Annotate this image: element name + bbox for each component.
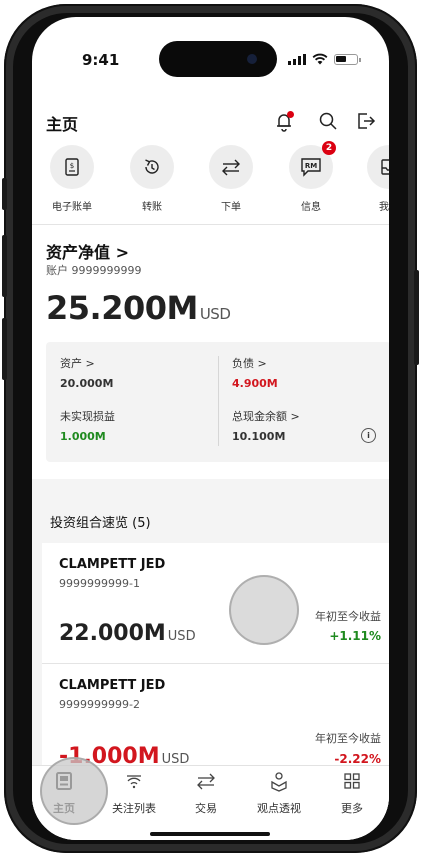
portfolio-title: 投资组合速览 (5) (50, 516, 151, 531)
liabilities-label: 负债 > (232, 357, 267, 370)
tab-label: 更多 (341, 802, 363, 815)
battery-cap (359, 58, 361, 62)
transfer-icon (130, 145, 174, 189)
quick-action-statement[interactable]: $ 电子账单 (37, 145, 107, 213)
card-account: 9999999999-2 (59, 698, 140, 711)
cash-label: 总现金余额 > (232, 410, 300, 423)
account-number: 账户 9999999999 (46, 264, 142, 277)
card-amount-value: 22.000M (59, 621, 166, 646)
cash-balance-link[interactable]: 总现金余额 > 10.100M (232, 408, 300, 443)
quick-action-label: 信息 (301, 202, 321, 213)
app-header: 主页 (32, 105, 389, 145)
watchlist-icon (127, 775, 141, 789)
card-holder-name: CLAMPETT JED (59, 678, 166, 693)
message-icon: RM 2 (289, 141, 336, 189)
signal-icon (288, 54, 306, 65)
net-worth-unit: M (166, 289, 198, 327)
quick-action-label: 电子账单 (52, 202, 92, 213)
tab-label: 观点透视 (257, 802, 301, 815)
inbox-icon (367, 145, 389, 189)
quick-action-label: 下单 (221, 202, 241, 213)
status-time: 9:41 (82, 51, 120, 69)
ytd-label: 年初至今收益 (315, 610, 381, 623)
ytd-value: -2.22% (334, 752, 381, 766)
quick-action-messages[interactable]: RM 2 信息 (276, 141, 346, 213)
unrealized-label: 未实现损益 (60, 410, 115, 423)
card-account: 9999999999-1 (59, 577, 140, 590)
camera-icon (247, 54, 257, 64)
logout-icon (358, 113, 376, 129)
panel-divider (218, 356, 219, 446)
assets-label: 资产 > (60, 357, 95, 370)
statement-icon: $ (50, 145, 94, 189)
svg-text:$: $ (70, 162, 74, 170)
page-title: 主页 (46, 115, 79, 134)
app-screen: 9:41 主页 $ 电子账单 转账 下单 RM 2 信息 我 资产净值 > 账户… (32, 17, 389, 840)
tab-watchlist[interactable]: 关注列表 (104, 770, 164, 816)
order-icon (209, 145, 253, 189)
logout-button[interactable] (354, 109, 378, 133)
card-currency: USD (167, 629, 196, 644)
notification-bell-button[interactable] (272, 109, 296, 133)
liabilities-value: 4.900M (232, 377, 278, 390)
portfolio-card[interactable]: CLAMPETT JED 9999999999-2 年初至今收益 -1.000M… (42, 664, 389, 769)
unrealized-pnl: 未实现损益 1.000M (60, 408, 115, 443)
tab-label: 关注列表 (112, 802, 156, 815)
power-button (414, 270, 419, 365)
notification-dot (287, 111, 294, 118)
quick-action-transfer[interactable]: 转账 (117, 145, 187, 213)
svg-text:RM: RM (305, 162, 317, 170)
tab-trade[interactable]: 交易 (176, 770, 236, 816)
quick-action-label: 转账 (142, 202, 162, 213)
unrealized-value: 1.000M (60, 430, 106, 443)
trade-icon (197, 773, 215, 790)
insights-icon (271, 772, 287, 792)
quick-action-order[interactable]: 下单 (196, 145, 266, 213)
card-amount: 22.000M USD (59, 621, 196, 646)
portfolio-card[interactable]: CLAMPETT JED 9999999999-1 22.000M USD 年初至… (42, 543, 389, 663)
card-holder-name: CLAMPETT JED (59, 557, 166, 572)
search-icon (319, 112, 337, 130)
status-icons (288, 53, 361, 65)
status-bar: 9:41 (32, 17, 389, 77)
net-worth-link[interactable]: 资产净值 > (46, 239, 129, 263)
touch-indicator (229, 575, 299, 645)
side-button (2, 178, 7, 210)
volume-up-button (2, 235, 7, 297)
battery-icon (334, 54, 358, 65)
summary-panel: 资产 > 20.000M 负债 > 4.900M 未实现损益 1.000M 总现… (46, 342, 389, 462)
net-worth-title: 资产净值 > (46, 243, 129, 262)
net-worth-amount: 25.200 (46, 289, 167, 327)
message-badge: 2 (322, 141, 336, 155)
ytd-label: 年初至今收益 (315, 732, 381, 745)
volume-down-button (2, 318, 7, 380)
info-icon[interactable]: i (361, 428, 376, 443)
quick-action-label: 我的 (379, 202, 389, 213)
liabilities-link[interactable]: 负债 > 4.900M (232, 355, 278, 390)
tab-insights[interactable]: 观点透视 (249, 770, 309, 816)
net-worth-value: 25.200M USD (46, 289, 231, 327)
more-grid-icon (344, 773, 360, 789)
wifi-icon (312, 53, 328, 65)
assets-value: 20.000M (60, 377, 114, 390)
quick-action-mine[interactable]: 我的 (354, 145, 389, 213)
net-worth-currency: USD (199, 305, 231, 323)
tab-label: 交易 (195, 802, 217, 815)
dynamic-island (159, 41, 277, 77)
quick-actions: $ 电子账单 转账 下单 RM 2 信息 我的 (32, 141, 389, 223)
tab-touch-indicator (40, 757, 108, 825)
assets-link[interactable]: 资产 > 20.000M (60, 355, 113, 390)
cash-value: 10.100M (232, 430, 286, 443)
tab-more[interactable]: 更多 (322, 770, 382, 816)
section-divider (32, 224, 389, 225)
ytd-value: +1.11% (329, 629, 381, 643)
search-button[interactable] (316, 109, 340, 133)
home-indicator (150, 832, 270, 836)
